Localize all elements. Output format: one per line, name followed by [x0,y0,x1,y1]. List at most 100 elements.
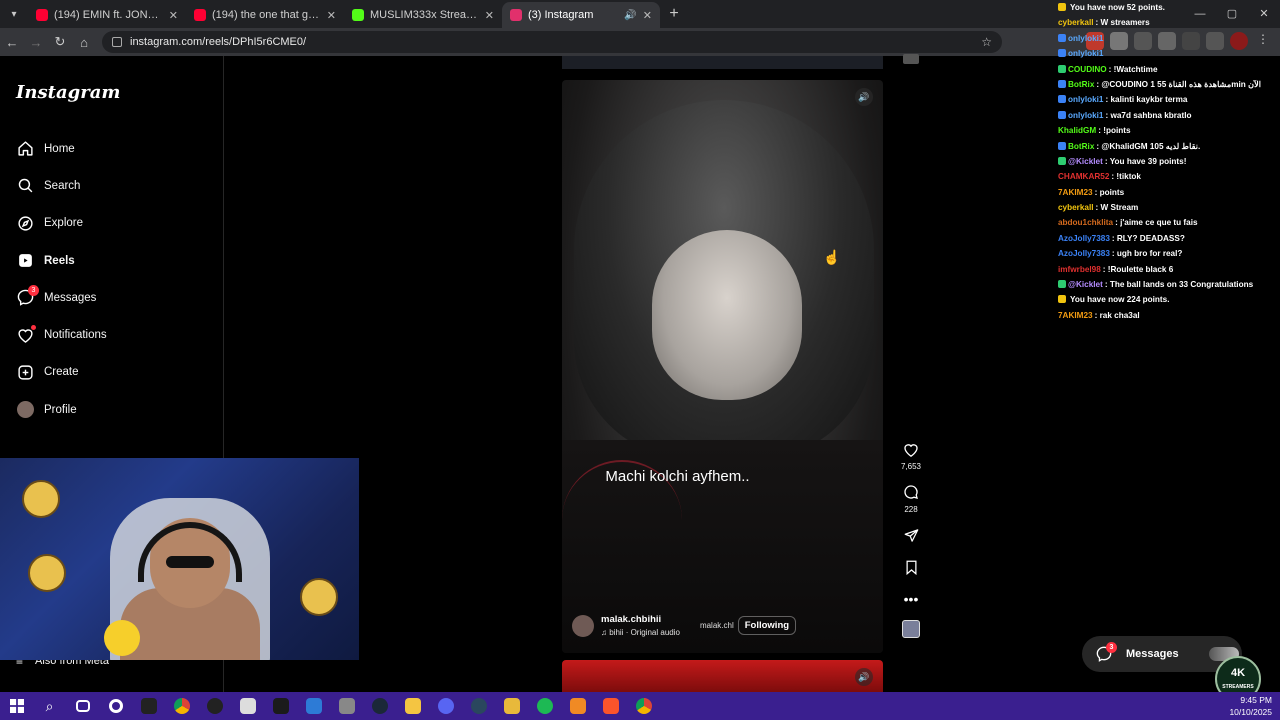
sidebar-item-notifications[interactable]: Notifications [0,316,224,353]
chat-username: 7AKIM23 [1058,310,1093,320]
taskbar-app-icon[interactable] [231,692,264,720]
new-tab-button[interactable]: + [660,5,688,23]
home-button[interactable]: ⌂ [72,35,96,50]
audio-thumbnail[interactable] [902,620,920,638]
chat-text: : points [1094,187,1125,197]
bookmark-star-icon[interactable]: ☆ [981,35,992,49]
sidebar-item-label: Search [44,179,81,192]
stream-chat-overlay: You have now 52 points. cyberkall: W stre… [1058,0,1280,320]
taskbar-app-icon[interactable] [264,692,297,720]
steam-taskbar-icon[interactable] [462,692,495,720]
chat-message: AzoJolly7383: ugh bro for real? [1058,246,1280,261]
brave-taskbar-icon[interactable] [594,692,627,720]
share-button[interactable] [896,524,926,546]
system-clock[interactable]: 9:45 PM 10/10/2025 [1229,694,1272,718]
wall-clock-decor [300,578,338,616]
taskbar-search-icon[interactable]: ⌕ [33,692,66,720]
chat-text: : W streamers [1095,18,1150,28]
taskbar-app-icon[interactable] [297,692,330,720]
author-avatar[interactable] [572,614,594,637]
start-button[interactable] [0,692,33,720]
taskbar-app-icon[interactable] [132,692,165,720]
back-button[interactable]: ← [0,35,24,50]
browser-tab[interactable]: (194) EMIN ft. JONY - Камин и... ✕ [28,2,186,28]
tab-search-button[interactable]: ▾ [0,0,28,28]
sidebar-item-label: Explore [44,217,83,230]
sidebar-item-search[interactable]: Search [0,167,224,204]
author-name[interactable]: malak.chbihii [601,614,680,625]
more-options-button[interactable]: ••• [896,588,926,610]
discord-taskbar-icon[interactable] [429,692,462,720]
notification-dot [31,325,36,331]
close-tab-icon[interactable]: ✕ [327,9,336,22]
reel-actions: 7,653 228 ••• [896,438,926,638]
sidebar-item-reels[interactable]: Reels [0,242,224,279]
sidebar-item-label: Home [44,142,75,155]
sidebar-item-explore[interactable]: Explore [0,205,224,242]
reel-author: malak.chbihii ♫ bihii · Original audio m… [572,614,797,637]
file-explorer-icon[interactable] [495,692,528,720]
tab-favicon-icon [36,9,48,21]
forward-button[interactable]: → [24,35,48,50]
save-button[interactable] [896,556,926,578]
chat-badge-icon [1058,95,1066,104]
instagram-logo[interactable]: Instagram [16,82,120,103]
comment-count: 228 [904,505,918,514]
chat-message: abdou1chklita: j'aime ce que tu fais [1058,215,1280,230]
sidebar-item-home[interactable]: Home [0,130,224,167]
taskbar-app-icon[interactable] [330,692,363,720]
chat-message: @Kicklet: The ball lands on 33 Congratul… [1058,277,1280,292]
sidebar-item-profile[interactable]: Profile [0,391,224,428]
site-info-icon[interactable] [112,37,122,47]
next-reel-preview[interactable]: 🔊 [562,660,883,692]
close-tab-icon[interactable]: ✕ [169,9,178,22]
chat-badge-icon [1058,64,1066,73]
obs-taskbar-icon[interactable] [198,692,231,720]
cortana-icon[interactable] [99,692,132,720]
taskbar-app-icon[interactable] [561,692,594,720]
file-explorer-icon[interactable] [396,692,429,720]
browser-tab[interactable]: (194) the one that got away by ✕ [186,2,344,28]
chat-text: : !Roulette black 6 [1102,264,1174,274]
comment-button[interactable]: 228 [896,481,926,514]
chat-message: KhalidGM: !points [1058,123,1280,138]
steam-taskbar-icon[interactable] [363,692,396,720]
reels-icon [16,252,34,270]
reload-button[interactable]: ↻ [48,34,72,50]
close-tab-icon[interactable]: ✕ [643,9,652,22]
volume-icon[interactable]: 🔊 [855,88,873,106]
chrome-taskbar-icon[interactable] [165,692,198,720]
sidebar-item-create[interactable]: Create [0,354,224,391]
previous-reel-thumb[interactable] [903,54,919,64]
tab-favicon-icon [194,9,206,21]
task-view-icon[interactable] [66,692,99,720]
heart-icon [16,325,36,344]
following-button[interactable]: Following [737,616,797,635]
home-icon [16,140,34,158]
chat-text: : kalinti kaykbr terma [1105,95,1188,105]
send-icon [896,524,926,546]
chat-badge-icon [1058,295,1066,304]
chat-badge-icon [1058,280,1066,289]
like-button[interactable]: 7,653 [896,438,926,471]
tagged-user[interactable]: malak.chl [700,621,734,630]
chat-text: : The ball lands on 33 Congratulations [1104,280,1254,290]
address-bar[interactable]: instagram.com/reels/DPhI5r6CME0/ ☆ [102,31,1002,53]
chat-message: You have now 52 points. [1058,0,1280,15]
messages-badge: 3 [1106,642,1117,653]
volume-icon[interactable]: 🔊 [855,668,873,686]
chat-username: CHAMKAR52 [1058,172,1110,182]
compass-icon [16,214,34,232]
chat-badge-icon [1058,33,1066,42]
browser-tab[interactable]: MUSLIM333x Stream - Watch Li ✕ [344,2,502,28]
close-tab-icon[interactable]: ✕ [485,9,494,22]
spotify-taskbar-icon[interactable] [528,692,561,720]
browser-tab[interactable]: (3) Instagram 🔊 ✕ [502,2,660,28]
clock-time: 9:45 PM [1240,695,1272,705]
chrome-taskbar-icon[interactable] [627,692,660,720]
reel-video[interactable]: 🔊 Machi kolchi ayfhem.. malak.chbihii ♫ … [562,80,883,653]
chat-message: 7AKIM23: points [1058,185,1280,200]
tab-audio-icon[interactable]: 🔊 [624,10,636,21]
audio-label[interactable]: ♫ bihii · Original audio [601,628,680,637]
sidebar-item-messages[interactable]: 3 Messages [0,279,224,316]
